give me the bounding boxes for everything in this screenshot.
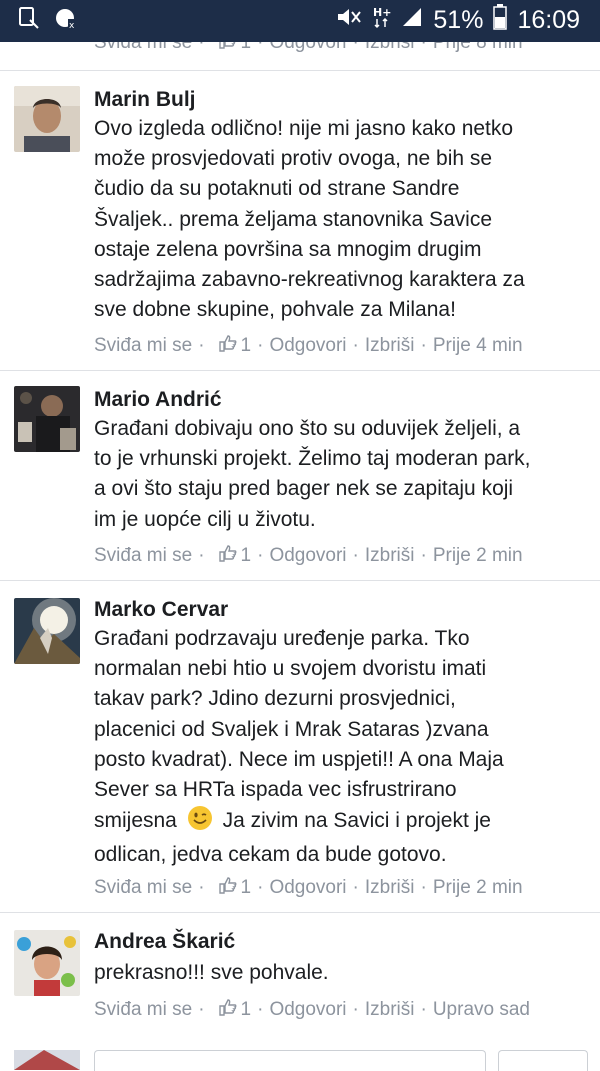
comment-andrea-skaric: Andrea Škarić prekrasno!!! sve pohvale. … (0, 912, 600, 1042)
like-link[interactable]: Sviđa mi se (94, 999, 192, 1021)
comment-actions: Sviđa mi se · 1 · Odgovori · Izbriši · U… (94, 998, 530, 1022)
reply-link[interactable]: Odgovori (269, 999, 346, 1021)
comment-actions: Sviđa mi se · 1 · Odgovori · Izbriši · P… (94, 42, 523, 55)
delete-link[interactable]: Izbriši (365, 335, 415, 357)
thumbs-up-icon (218, 544, 237, 568)
reply-link[interactable]: Odgovori (269, 545, 346, 567)
delete-link[interactable]: Izbriši (365, 42, 415, 54)
comment-marko-cervar: Marko Cervar Građani podrzavaju uređenje… (0, 580, 600, 912)
comment-text: Ovo izgleda odlično! nije mi jasno kako … (94, 117, 525, 322)
like-count: 1 (240, 999, 252, 1020)
reply-link[interactable]: Odgovori (269, 877, 346, 899)
smiley-emoji (187, 805, 213, 840)
comment-time: Upravo sad (432, 999, 530, 1020)
battery-percent: 51% (433, 6, 484, 34)
comment-author[interactable]: Andrea Škarić (94, 930, 235, 954)
reply-link[interactable]: Odgovori (269, 335, 346, 357)
own-avatar (14, 1050, 80, 1070)
battery-icon (493, 4, 508, 37)
comment-text: prekrasno!!! sve pohvale. (94, 961, 329, 984)
comment-time: Prije 8 min (432, 42, 523, 53)
avatar[interactable] (14, 86, 80, 152)
network-hplus-icon: H+ (373, 5, 392, 36)
avatar[interactable] (14, 386, 80, 452)
data-saver-icon: x (54, 6, 78, 35)
svg-text:x: x (69, 21, 75, 30)
comment-marin-bulj: Marin Bulj Ovo izgleda odlično! nije mi … (0, 70, 600, 370)
like-count: 1 (240, 335, 252, 356)
like-link[interactable]: Sviđa mi se (94, 545, 192, 567)
comment-text: Građani podrzavaju uređenje parka. Tko n… (94, 627, 504, 867)
clock: 16:09 (517, 6, 580, 34)
like-count: 1 (240, 42, 252, 53)
comment-time: Prije 2 min (432, 877, 523, 898)
avatar[interactable] (14, 598, 80, 664)
reply-link[interactable]: Odgovori (269, 42, 346, 54)
thumbs-up-icon (218, 334, 237, 358)
screenshot-icon (18, 6, 40, 35)
comment-time: Prije 2 min (432, 545, 523, 566)
delete-link[interactable]: Izbriši (365, 545, 415, 567)
comment-composer (0, 1046, 600, 1071)
status-bar: x H+ 51% 16:09 (0, 0, 600, 42)
like-count: 1 (240, 877, 252, 898)
like-count: 1 (240, 545, 252, 566)
previous-comment-actions: Sviđa mi se · 1 · Odgovori · Izbriši · P… (0, 42, 600, 70)
comment-author[interactable]: Mario Andrić (94, 388, 222, 412)
avatar[interactable] (14, 930, 80, 996)
comment-author[interactable]: Marko Cervar (94, 598, 228, 622)
comment-actions: Sviđa mi se · 1 · Odgovori · Izbriši · P… (94, 876, 523, 900)
like-link[interactable]: Sviđa mi se (94, 42, 192, 54)
mute-icon (335, 5, 363, 36)
thumbs-up-icon (218, 42, 237, 55)
comment-time: Prije 4 min (432, 335, 523, 356)
comment-text: Građani dobivaju ono što su oduvijek žel… (94, 417, 531, 531)
like-link[interactable]: Sviđa mi se (94, 877, 192, 899)
like-link[interactable]: Sviđa mi se (94, 335, 192, 357)
comment-actions: Sviđa mi se · 1 · Odgovori · Izbriši · P… (94, 544, 523, 568)
comment-input[interactable] (94, 1050, 486, 1071)
delete-link[interactable]: Izbriši (365, 999, 415, 1021)
comment-author[interactable]: Marin Bulj (94, 88, 196, 112)
thumbs-up-icon (218, 876, 237, 900)
status-left: x (18, 6, 78, 35)
comment-mario-andric: Mario Andrić Građani dobivaju ono što su… (0, 370, 600, 580)
send-button[interactable] (498, 1050, 588, 1071)
thumbs-up-icon (218, 998, 237, 1022)
delete-link[interactable]: Izbriši (365, 877, 415, 899)
signal-icon (401, 6, 423, 35)
svg-text:H+: H+ (373, 6, 391, 19)
status-right: H+ 51% 16:09 (335, 4, 580, 37)
comment-actions: Sviđa mi se · 1 · Odgovori · Izbriši · P… (94, 334, 523, 358)
